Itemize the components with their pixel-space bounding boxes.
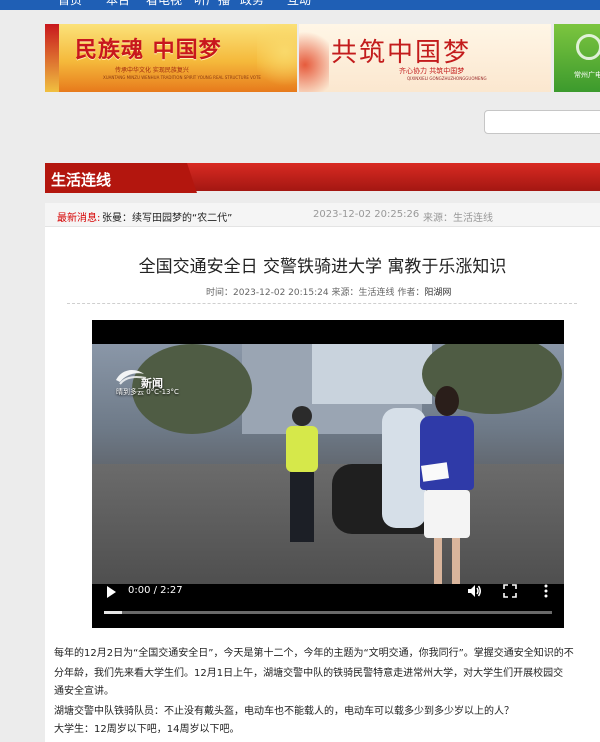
play-icon[interactable] — [107, 586, 116, 598]
banner-subtitle-en: XUANTANG MINZU WENHUA TRADITION SPIRIT Y… — [103, 75, 261, 80]
nav-item-home[interactable]: 首页 — [58, 0, 82, 8]
banner-decoration — [299, 24, 329, 92]
latest-news-label: 最新消息: — [57, 213, 101, 224]
video-progress-bar[interactable] — [104, 611, 552, 614]
video-scene-officer — [282, 404, 322, 544]
nav-item-tv[interactable]: 看电视 — [146, 0, 182, 8]
station-logo-icon — [576, 34, 600, 60]
article-paragraph: 湖塘交警中队铁骑队员：不止没有戴头盔，电动车也不能载人的，电动车可以载多少到多少… — [54, 706, 514, 717]
nav-item-gov[interactable]: 政务 — [240, 0, 264, 8]
article-source: 来源：生活连线 — [331, 288, 395, 298]
article-meta: 时间：2023-12-02 20:15:24 来源：生活连线 作者：阳湖网 — [206, 285, 451, 298]
latest-news-link[interactable]: 张曼：续写田园梦的“农二代” — [102, 209, 232, 224]
banner-subtitle-en: QIXINXIELI GONGZHUZHONGGUOMENG — [407, 76, 487, 81]
latest-news-bar: 最新消息: 张曼：续写田园梦的“农二代” 2023-12-02 20:25:26… — [45, 203, 600, 227]
video-player[interactable]: 新闻 晴到多云 0°C-13°C 0:00 / 2:27 — [92, 320, 564, 628]
weather-caption: 晴到多云 0°C-13°C — [116, 388, 179, 396]
article-paragraph: 分年龄，我们先来看大学生们。12月1日上午，湖塘交警中队的铁骑民警特意走进常州大… — [54, 668, 564, 679]
search-input[interactable] — [484, 110, 600, 134]
banner-china-dream[interactable]: 共筑中国梦 齐心协力 共筑中国梦 QIXINXIELI GONGZHUZHONG… — [299, 24, 551, 92]
more-options-icon[interactable] — [538, 583, 554, 599]
banner-subtitle: 齐心协力 共筑中国梦 — [399, 67, 465, 75]
article-time: 时间：2023-12-02 20:15:24 — [206, 288, 329, 298]
article-paragraph: 大学生：12周岁以下吧，14周岁以下吧。 — [54, 724, 240, 735]
article-author[interactable]: 阳湖网 — [424, 288, 451, 298]
volume-icon[interactable] — [466, 583, 482, 599]
nav-item-interact[interactable]: 互动 — [287, 0, 311, 8]
banner-national-spirit[interactable]: 民族魂 中国梦 传承中华文化 实现民族复兴 XUANTANG MINZU WEN… — [45, 24, 297, 92]
video-progress-fill — [104, 611, 122, 614]
nav-item-station[interactable]: 本台 — [106, 0, 130, 8]
video-scene-road — [92, 464, 564, 584]
banner-station[interactable]: 常州广电 — [554, 24, 600, 92]
article-paragraph: 每年的12月2日为“全国交通安全日”，今天是第十二个，今年的主题为“文明交通，你… — [54, 648, 574, 659]
nav-item-radio[interactable]: 听广播 — [194, 0, 230, 8]
video-frame[interactable]: 新闻 晴到多云 0°C-13°C — [92, 344, 564, 584]
article-author-label: 作者： — [397, 288, 425, 298]
article-divider — [67, 303, 577, 304]
video-controls: 0:00 / 2:27 — [92, 578, 564, 628]
banner-title: 民族魂 中国梦 — [75, 38, 222, 63]
banner-decoration — [257, 24, 297, 92]
video-scene-anchor — [412, 386, 482, 584]
banner-decoration — [45, 24, 59, 92]
article-title: 全国交通安全日 交警铁骑进大学 寓教于乐涨知识 — [138, 257, 507, 277]
article-paragraph: 通安全宣讲。 — [54, 686, 114, 697]
top-nav: 首页 本台 看电视 听广播 政务 互动 — [0, 0, 600, 10]
banner-subtitle: 传承中华文化 实现民族复兴 — [115, 67, 189, 74]
video-time: 0:00 / 2:27 — [128, 585, 183, 596]
latest-news-source: 来源：生活连线 — [423, 213, 493, 224]
latest-news-time: 2023-12-02 20:25:26 — [313, 209, 420, 220]
banner-title: 共筑中国梦 — [331, 38, 472, 68]
banner-title: 常州广电 — [574, 71, 600, 79]
fullscreen-icon[interactable] — [502, 583, 518, 599]
section-title[interactable]: 生活连线 — [51, 169, 111, 190]
